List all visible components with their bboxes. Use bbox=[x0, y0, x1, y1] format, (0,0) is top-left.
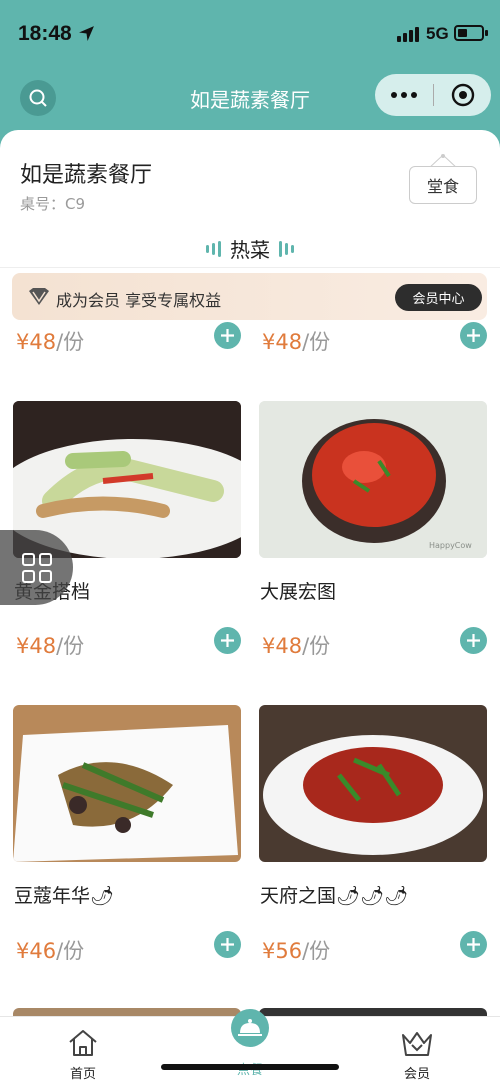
crown-icon bbox=[402, 1032, 432, 1056]
more-button[interactable] bbox=[375, 92, 433, 98]
item-price: ¥48/份 bbox=[262, 330, 331, 354]
home-indicator bbox=[161, 1064, 339, 1070]
plus-icon bbox=[467, 938, 480, 951]
plus-icon bbox=[467, 329, 480, 342]
plus-icon bbox=[221, 938, 234, 951]
bars-left-icon bbox=[206, 240, 221, 257]
item-price: ¥48/份 bbox=[16, 330, 85, 354]
add-to-cart-button[interactable] bbox=[460, 627, 487, 654]
dish-photo-pot: HappyCow bbox=[259, 401, 487, 558]
item-price: ¥48/份 bbox=[262, 634, 331, 658]
mini-program-capsule bbox=[375, 74, 491, 116]
table-number: 桌号：C9 bbox=[20, 195, 86, 213]
add-to-cart-button[interactable] bbox=[214, 931, 241, 958]
status-time: 18:48 bbox=[18, 22, 72, 45]
battery-icon bbox=[454, 25, 488, 41]
dish-name: 豆蔻年华🌶 bbox=[14, 885, 115, 907]
tab-home[interactable]: 首页 bbox=[23, 1029, 143, 1082]
tab-member[interactable]: 会员 bbox=[357, 1029, 477, 1082]
network-type: 5G bbox=[426, 24, 449, 43]
dish-image[interactable] bbox=[259, 705, 487, 862]
nav-bar: 如是蔬素餐厅 bbox=[0, 66, 500, 130]
location-arrow-icon bbox=[79, 26, 94, 41]
divider bbox=[0, 267, 500, 268]
tab-bar: 首页 点餐 会员 bbox=[0, 1009, 500, 1083]
dish-image[interactable]: HappyCow bbox=[259, 401, 487, 558]
dish-image[interactable] bbox=[259, 1008, 487, 1016]
dish-name: 大展宏图 bbox=[260, 581, 337, 603]
tab-home-label: 首页 bbox=[69, 1067, 96, 1082]
item-price: ¥48/份 bbox=[16, 634, 85, 658]
add-to-cart-button[interactable] bbox=[460, 322, 487, 349]
status-bar: 18:48 5G bbox=[0, 0, 500, 66]
home-icon bbox=[69, 1030, 97, 1056]
category-label: 热菜 bbox=[230, 238, 270, 262]
item-price: ¥46/份 bbox=[16, 939, 85, 963]
tab-hot-dishes[interactable]: 热菜 bbox=[0, 234, 500, 263]
tab-member-label: 会员 bbox=[403, 1067, 430, 1082]
item-price: ¥56/份 bbox=[262, 939, 331, 963]
plus-icon bbox=[221, 634, 234, 647]
member-promo-text: 成为会员 享受专属权益 bbox=[56, 291, 222, 310]
dish-image[interactable] bbox=[13, 705, 241, 862]
diamond-icon bbox=[29, 288, 49, 305]
plus-icon bbox=[221, 329, 234, 342]
plus-icon bbox=[467, 634, 480, 647]
add-to-cart-button[interactable] bbox=[214, 627, 241, 654]
dish-image[interactable] bbox=[13, 1008, 241, 1016]
close-button[interactable] bbox=[434, 83, 491, 107]
category-grid-button[interactable] bbox=[0, 530, 73, 605]
dish-photo-bowl bbox=[259, 705, 487, 862]
tab-order[interactable] bbox=[231, 1009, 269, 1047]
bars-right-icon bbox=[279, 240, 294, 257]
restaurant-name: 如是蔬素餐厅 bbox=[20, 163, 153, 188]
dish-name: 天府之国🌶🌶🌶 bbox=[260, 885, 409, 907]
dish-photo-plate bbox=[13, 705, 241, 862]
watermark: HappyCow bbox=[429, 541, 472, 550]
signal-icon bbox=[397, 27, 419, 42]
close-target-icon bbox=[451, 83, 474, 107]
add-to-cart-button[interactable] bbox=[214, 322, 241, 349]
cloche-icon bbox=[238, 1019, 262, 1036]
add-to-cart-button[interactable] bbox=[460, 931, 487, 958]
member-banner[interactable]: 成为会员 享受专属权益 会员中心 bbox=[12, 273, 487, 320]
grid-icon bbox=[21, 552, 52, 583]
member-center-button[interactable]: 会员中心 bbox=[395, 284, 482, 311]
dine-in-badge[interactable]: 堂食 bbox=[409, 166, 477, 204]
